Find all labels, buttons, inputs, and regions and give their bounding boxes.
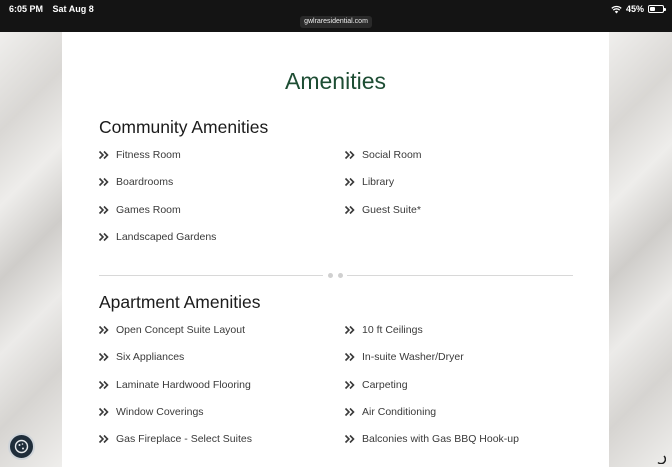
section-divider <box>99 273 573 279</box>
amenity-label: Air Conditioning <box>362 405 437 418</box>
battery-percent: 45% <box>625 4 644 14</box>
divider-line-right <box>347 275 573 276</box>
amenity-label: Boardrooms <box>116 176 174 189</box>
community-amenities-heading: Community Amenities <box>99 117 269 137</box>
double-chevron-right-icon <box>98 232 109 241</box>
amenity-item: Guest Suite* <box>344 204 421 216</box>
status-date: Sat Aug 8 <box>52 4 94 14</box>
amenity-item: Six Appliances <box>98 351 184 363</box>
double-chevron-right-icon <box>344 380 355 389</box>
amenity-item: Open Concept Suite Layout <box>98 324 245 336</box>
double-chevron-right-icon <box>98 178 109 187</box>
amenity-item: In-suite Washer/Dryer <box>344 351 464 363</box>
double-chevron-right-icon <box>98 407 109 416</box>
amenity-item: Window Coverings <box>98 406 204 418</box>
loading-spinner-icon <box>657 455 666 464</box>
amenity-item: Fitness Room <box>98 149 181 161</box>
amenity-label: 10 ft Ceilings <box>362 324 423 336</box>
amenity-label: Fitness Room <box>116 149 181 161</box>
double-chevron-right-icon <box>344 150 355 160</box>
amenity-label: Gas Fireplace - Select Suites <box>116 433 252 446</box>
amenity-item: Landscaped Gardens <box>98 231 216 243</box>
amenity-label: Social Room <box>362 149 422 161</box>
amenity-label: Games Room <box>116 203 181 216</box>
amenity-item: Library <box>344 176 394 188</box>
amenity-item: Games Room <box>98 204 181 216</box>
double-chevron-right-icon <box>344 407 355 416</box>
cookie-icon <box>14 439 29 454</box>
url-bar[interactable]: gwlraresidential.com <box>300 16 372 28</box>
cookie-settings-button[interactable] <box>8 433 35 460</box>
amenity-label: Library <box>362 176 395 189</box>
amenity-label: In-suite Washer/Dryer <box>362 351 464 364</box>
apartment-amenities-heading: Apartment Amenities <box>99 292 261 312</box>
double-chevron-right-icon <box>98 380 109 389</box>
battery-icon <box>648 5 666 13</box>
divider-dot <box>338 273 343 278</box>
amenity-label: Guest Suite* <box>362 203 421 216</box>
double-chevron-right-icon <box>98 205 109 214</box>
amenity-item: 10 ft Ceilings <box>344 324 423 336</box>
amenity-item: Social Room <box>344 149 422 161</box>
double-chevron-right-icon <box>344 435 355 444</box>
status-bar: 6:05 PM Sat Aug 8 gwlraresidential.com 4… <box>0 0 672 32</box>
divider-line-left <box>99 275 323 276</box>
amenity-label: Window Coverings <box>116 405 204 418</box>
divider-dot <box>328 273 333 278</box>
amenities-panel: Amenities Community Amenities Fitness Ro… <box>62 32 609 467</box>
double-chevron-right-icon <box>344 205 355 214</box>
amenity-label: Landscaped Gardens <box>116 230 217 243</box>
amenity-label: Open Concept Suite Layout <box>116 324 246 336</box>
page-title: Amenities <box>285 68 386 94</box>
double-chevron-right-icon <box>98 150 109 160</box>
marble-background-right <box>609 32 672 467</box>
status-left: 6:05 PM Sat Aug 8 <box>9 4 101 14</box>
double-chevron-right-icon <box>98 353 109 362</box>
amenity-item: Laminate Hardwood Flooring <box>98 379 251 391</box>
marble-background-left <box>0 32 62 467</box>
amenity-label: Carpeting <box>362 378 408 391</box>
double-chevron-right-icon <box>98 435 109 444</box>
amenity-item: Air Conditioning <box>344 406 436 418</box>
status-time: 6:05 PM <box>9 4 44 14</box>
amenity-label: Six Appliances <box>116 351 185 364</box>
double-chevron-right-icon <box>344 353 355 362</box>
amenity-label: Laminate Hardwood Flooring <box>116 378 251 391</box>
wifi-icon <box>611 5 622 13</box>
amenity-item: Carpeting <box>344 379 408 391</box>
double-chevron-right-icon <box>344 325 355 335</box>
battery-fill <box>650 7 655 11</box>
status-right: 45% <box>611 4 666 14</box>
amenity-item: Gas Fireplace - Select Suites <box>98 433 252 445</box>
double-chevron-right-icon <box>98 325 109 335</box>
amenity-item: Balconies with Gas BBQ Hook-up <box>344 433 519 445</box>
amenity-label: Balconies with Gas BBQ Hook-up <box>362 433 519 446</box>
amenity-item: Boardrooms <box>98 176 173 188</box>
double-chevron-right-icon <box>344 178 355 187</box>
